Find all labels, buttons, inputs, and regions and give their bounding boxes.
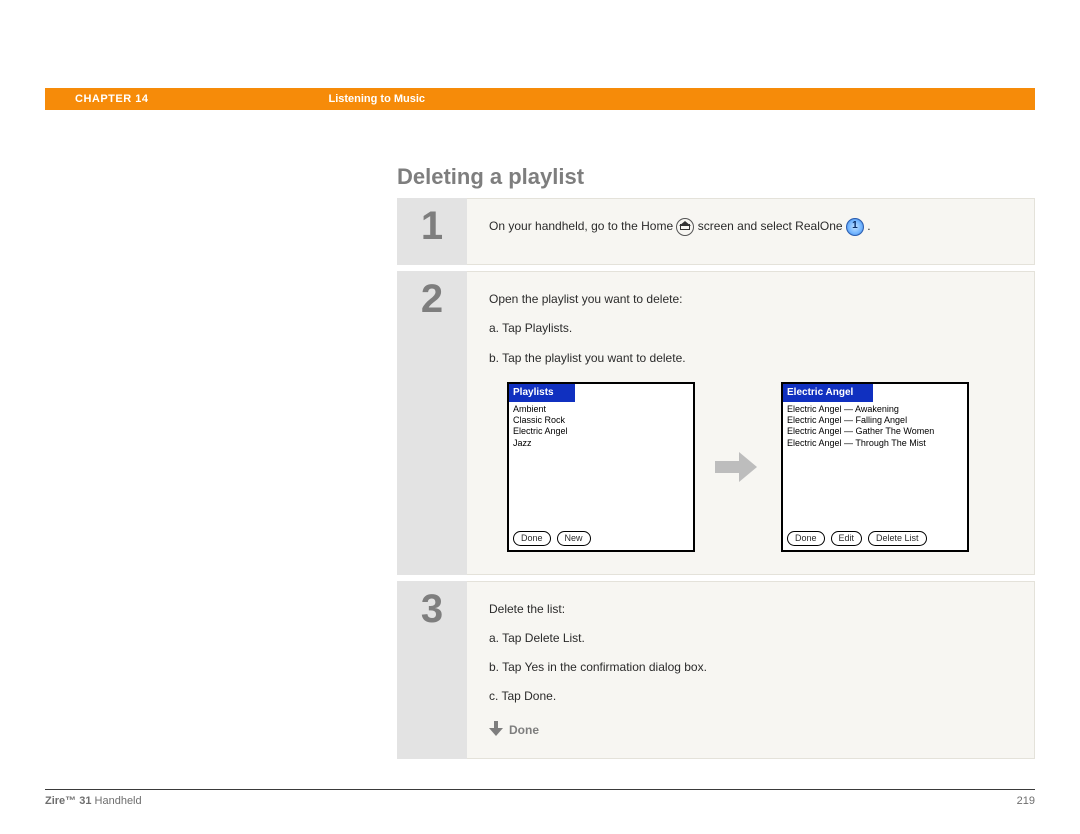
edit-button[interactable]: Edit [831,531,863,546]
step-number: 1 [397,198,467,265]
delete-list-button[interactable]: Delete List [868,531,927,546]
list-item[interactable]: Electric Angel [513,426,689,437]
step-3b: b. Tap Yes in the confirmation dialog bo… [489,658,1012,677]
realone-icon: 1 [846,218,864,236]
device-titlebar: Electric Angel [783,384,873,402]
steps-container: 1 On your handheld, go to the Home scree… [397,198,1035,765]
list-item[interactable]: Electric Angel — Through The Mist [787,438,963,449]
product-name-bold: Zire™ 31 [45,795,91,807]
step-2: 2 Open the playlist you want to delete: … [397,271,1035,581]
step-1-text-c: . [867,219,870,233]
device-playlist-detail: Electric Angel Electric Angel — Awakenin… [781,382,969,552]
footer-divider [45,789,1035,790]
list-item[interactable]: Electric Angel — Falling Angel [787,415,963,426]
step-3c: c. Tap Done. [489,687,1012,706]
step-2b: b. Tap the playlist you want to delete. [489,349,1012,368]
list-item[interactable]: Electric Angel — Awakening [787,404,963,415]
product-name: Zire™ 31 Handheld [45,795,142,807]
step-3: 3 Delete the list: a. Tap Delete List. b… [397,581,1035,765]
step-body: On your handheld, go to the Home screen … [467,198,1035,265]
page-footer: Zire™ 31 Handheld 219 [45,795,1035,807]
document-page: CHAPTER 14 Listening to Music Deleting a… [0,0,1080,834]
device-button-bar: Done New [509,529,693,550]
step-body: Delete the list: a. Tap Delete List. b. … [467,581,1035,759]
chapter-bar: CHAPTER 14 Listening to Music [45,88,1035,110]
step-body: Open the playlist you want to delete: a.… [467,271,1035,575]
page-number: 219 [1017,795,1035,807]
step-number: 2 [397,271,467,575]
done-button[interactable]: Done [513,531,551,546]
list-item[interactable]: Classic Rock [513,415,689,426]
done-button[interactable]: Done [787,531,825,546]
device-playlists: Playlists Ambient Classic Rock Electric … [507,382,695,552]
device-titlebar: Playlists [509,384,575,402]
home-icon [676,218,694,236]
device-list: Electric Angel — Awakening Electric Ange… [783,402,967,529]
step-1-text-b: screen and select RealOne [698,219,846,233]
device-button-bar: Done Edit Delete List [783,529,967,550]
product-name-rest: Handheld [91,795,141,807]
arrow-down-icon [489,721,503,739]
arrow-right-icon [715,444,761,490]
list-item[interactable]: Electric Angel — Gather The Women [787,426,963,437]
done-indicator: Done [489,721,1012,740]
section-title: Deleting a playlist [397,164,584,190]
done-label: Done [509,721,539,740]
step-3-intro: Delete the list: [489,600,1012,619]
device-list: Ambient Classic Rock Electric Angel Jazz [509,402,693,529]
step-1-text-a: On your handheld, go to the Home [489,219,676,233]
screenshots-row: Playlists Ambient Classic Rock Electric … [489,382,1012,552]
step-2-substeps: a. Tap Playlists. b. Tap the playlist yo… [489,319,1012,367]
step-number: 3 [397,581,467,759]
list-item[interactable]: Ambient [513,404,689,415]
chapter-label: CHAPTER 14 [75,93,148,105]
step-3-substeps: a. Tap Delete List. b. Tap Yes in the co… [489,629,1012,707]
step-1-text: On your handheld, go to the Home screen … [489,217,1012,236]
chapter-title: Listening to Music [328,93,425,105]
step-3a: a. Tap Delete List. [489,629,1012,648]
step-2a: a. Tap Playlists. [489,319,1012,338]
new-button[interactable]: New [557,531,591,546]
step-1: 1 On your handheld, go to the Home scree… [397,198,1035,271]
step-2-intro: Open the playlist you want to delete: [489,290,1012,309]
list-item[interactable]: Jazz [513,438,689,449]
